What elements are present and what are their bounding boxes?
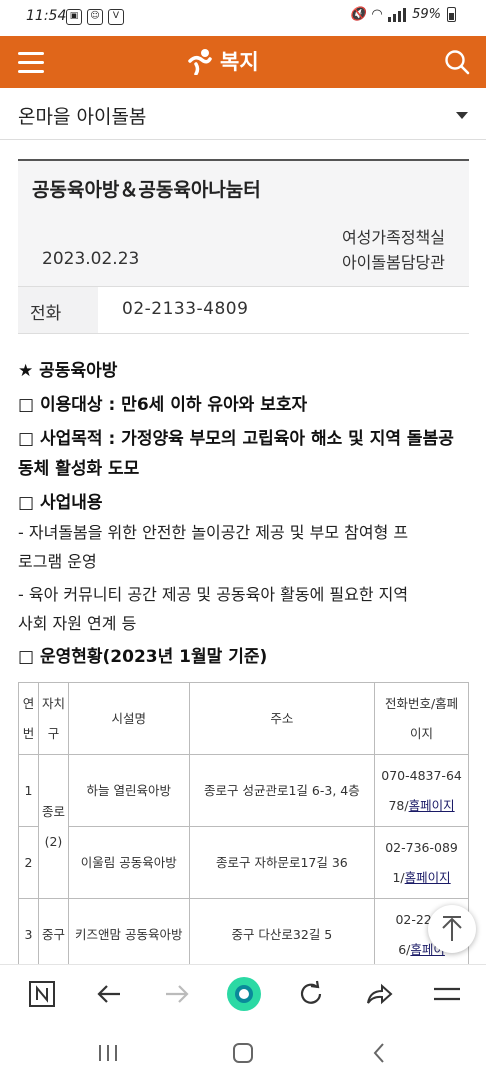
status-bar: 11:54 ▣ ☺ V 🔇 ◠ 59% [0,0,486,36]
article-date: 2023.02.23 [42,249,140,269]
article-title: 공동육아방＆공동육아나눔터 [32,179,261,201]
phone-label: 전화 [18,287,98,333]
header-district: 자치 구 [37,682,69,755]
row-phone: 02-736-089 1/홈페이지 [374,826,469,899]
header-address: 주소 [188,682,376,755]
back-icon[interactable] [94,979,124,1009]
facility-table: 연번 자치 구 시설명 주소 전화번호/홈페 이지 1 종로 (2) 하늘 열린육아방… [18,682,469,971]
header-phone: 전화번호/홈페 이지 [374,682,469,755]
table-row: 3 중구 키즈앤맘 공동육아방 중구 다산로32길 5 02-2263 6/홈페이 [18,898,469,971]
notification-icons: ▣ ☺ V [66,9,124,25]
arrow-up-icon [442,916,462,941]
mute-icon: 🔇 [349,7,367,22]
back-nav-icon[interactable] [368,1042,392,1064]
article-header: 공동육아방＆공동육아나눔터 여성가족정책실 아이돌봄담당관 2023.02.23… [18,159,469,334]
search-icon[interactable] [444,49,470,75]
row-facility-name: 이울림 공동육아방 [67,826,190,899]
app-notification-icon: ☺ [87,9,103,25]
menu-icon[interactable] [432,979,462,1009]
article-body: ★ 공동육아방 □ 이용대상 : 만6세 이하 유아와 보호자 □ 사업목적 :… [18,356,472,672]
brand[interactable]: 복지 [186,46,259,76]
page-title: 복지 [220,50,259,74]
browser-toolbar [0,964,486,1024]
article-department: 여성가족정책실 아이돌봄담당관 [342,225,445,275]
phone-number[interactable]: 02-2133-4809 [122,299,248,319]
category-dropdown[interactable]: 온마을 아이돌봄 [0,88,486,140]
seoul-logo-icon [188,49,212,75]
row-number: 2 [18,826,39,899]
system-nav-bar [0,1024,486,1080]
wifi-icon: ◠ [372,7,383,22]
homepage-link[interactable]: 홈페이지 [405,870,451,885]
row-district: 종로 (2) [37,754,69,899]
target-line: □ 이용대상 : 만6세 이하 유아와 보호자 [18,395,308,415]
content-item-1-line-1: - 자녀돌봄을 위한 안전한 놀이공간 제공 및 부모 참여형 프 [18,523,409,542]
hamburger-icon[interactable] [18,52,44,73]
header-facility-name: 시설명 [67,682,190,755]
recent-apps-icon[interactable] [96,1042,120,1064]
row-number: 3 [18,898,39,971]
naver-home-icon[interactable] [27,979,57,1009]
system-indicators: 🔇 ◠ 59% [350,7,456,22]
contact-row: 전화 02-2133-4809 [18,286,469,334]
app-header: 복지 [0,36,486,88]
scroll-to-top-button[interactable] [428,905,476,953]
department-line-1: 여성가족정책실 [341,228,445,247]
status-heading: □ 운영현황(2023년 1월말 기준) [18,647,268,667]
table-row: 1 종로 (2) 하늘 열린육아방 종로구 성균관로1길 6-3, 4층 070-… [18,754,469,899]
section-heading: ★ 공동육아방 [18,361,118,381]
table-row: 2 이울림 공동육아방 종로구 자하문로17길 36 02-736-089 1/홈… [18,826,469,899]
row-address: 중구 다산로32길 5 [188,898,376,971]
vpn-notification-icon: V [108,9,124,25]
purpose-line-2: 동체 활성화 도모 [18,459,140,479]
row-facility-name: 키즈앤맘 공동육아방 [67,898,190,971]
content-item-1-line-2: 로그램 운영 [18,552,97,571]
content-item-2-line-1: - 육아 커뮤니티 공간 제공 및 공동육아 활동에 필요한 지역 [18,585,409,604]
refresh-icon[interactable] [296,979,326,1009]
home-icon[interactable] [231,1042,255,1064]
content-heading: □ 사업내용 [18,493,103,513]
caret-down-icon [456,112,468,119]
purpose-line-1: □ 사업목적 : 가정양육 부모의 고립육아 해소 및 지역 돌봄공 [18,429,454,449]
share-icon[interactable] [364,979,394,1009]
content-item-2-line-2: 사회 자원 연계 등 [18,614,137,633]
category-label: 온마을 아이돌봄 [18,106,147,128]
header-number: 연번 [18,682,39,755]
department-line-2: 아이돌봄담당관 [341,253,445,272]
row-number: 1 [18,754,39,827]
table-header-row: 연번 자치 구 시설명 주소 전화번호/홈페 이지 [18,682,469,755]
battery-icon [447,7,456,22]
row-phone: 070-4837-64 78/홈페이지 [374,754,469,827]
row-facility-name: 하늘 열린육아방 [67,754,190,827]
battery-level: 59% [412,7,441,22]
signal-icon [388,7,407,22]
row-address: 종로구 자하문로17길 36 [188,826,376,899]
green-dot-icon[interactable] [226,976,262,1012]
row-address: 종로구 성균관로1길 6-3, 4층 [188,754,376,827]
forward-icon[interactable] [162,979,192,1009]
row-district: 중구 [37,898,69,971]
gallery-notification-icon: ▣ [66,9,82,25]
homepage-link[interactable]: 홈페이지 [409,798,455,813]
status-time: 11:54 [26,8,67,24]
